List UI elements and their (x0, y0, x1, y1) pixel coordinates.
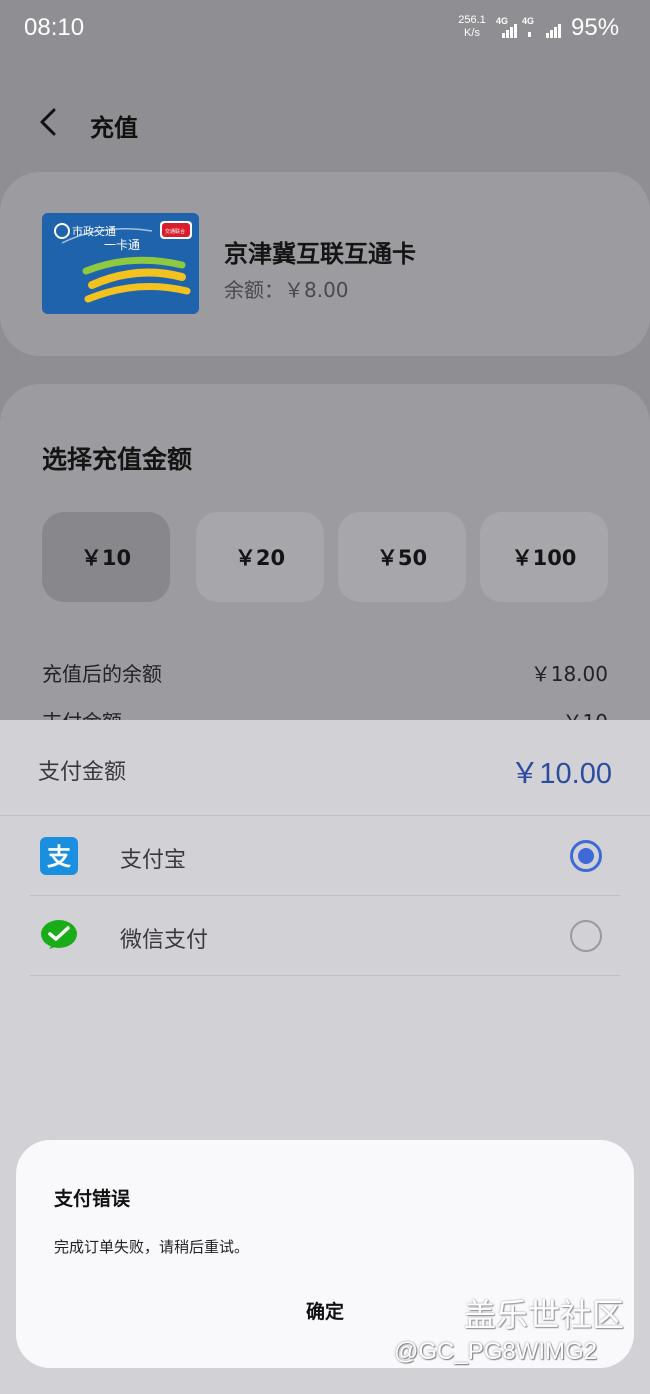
transit-card-panel: 市政交通 一卡通 交通联合 京津冀互联互通卡 余额：￥8.00 (0, 172, 650, 356)
svg-text:支: 支 (47, 843, 72, 871)
back-arrow-icon[interactable] (36, 106, 64, 138)
section-title: 选择充值金额 (42, 445, 193, 474)
payment-amount-label: 支付金额 (38, 760, 127, 785)
signal-1-icon: 4G (496, 16, 520, 38)
wechat-pay-icon (41, 920, 77, 949)
svg-text:交通联合: 交通联合 (165, 228, 185, 235)
watermark-user: @GC_PG8WIMG2 (394, 1338, 598, 1365)
page-title: 充值 (90, 114, 138, 142)
svg-text:一卡通: 一卡通 (104, 238, 140, 252)
wechat-pay-radio[interactable] (570, 920, 602, 952)
network-speed: 256.1 K/s (458, 14, 486, 39)
payment-amount-value: ￥10.00 (510, 758, 612, 790)
card-name: 京津冀互联互通卡 (224, 240, 416, 268)
wechat-pay-label: 微信支付 (120, 928, 209, 953)
payment-method-wechat[interactable]: 微信支付 (30, 896, 620, 976)
transit-card-image: 市政交通 一卡通 交通联合 (42, 213, 199, 314)
payment-method-alipay[interactable]: 支 支付宝 (30, 816, 620, 896)
after-balance-label: 充值后的余额 (42, 662, 162, 686)
amount-option-10[interactable]: ￥10 (42, 512, 170, 602)
signal-3-icon (544, 18, 568, 38)
alipay-radio[interactable] (570, 840, 602, 872)
after-balance-value: ￥18.00 (530, 662, 608, 686)
card-artwork-icon: 市政交通 一卡通 交通联合 (42, 213, 199, 314)
battery-level: 95% (571, 14, 620, 41)
alipay-label: 支付宝 (120, 848, 187, 873)
alipay-icon: 支 (40, 837, 78, 875)
card-balance: 余额：￥8.00 (224, 278, 349, 302)
watermark-brand: 盖乐世社区 (464, 1296, 625, 1334)
amount-option-50[interactable]: ￥50 (338, 512, 466, 602)
amount-option-20[interactable]: ￥20 (196, 512, 324, 602)
amount-option-100[interactable]: ￥100 (480, 512, 608, 602)
signal-2-icon: 4G (522, 16, 546, 38)
confirm-button[interactable]: 确定 (275, 1290, 375, 1330)
page-header: 充值 (0, 92, 650, 152)
dialog-title: 支付错误 (54, 1188, 131, 1210)
svg-text:市政交通: 市政交通 (72, 224, 116, 238)
status-bar: 08:10 256.1 K/s 4G 4G 95% (0, 0, 650, 58)
payment-amount-row: 支付金额 ￥10.00 (0, 720, 650, 816)
status-time: 08:10 (24, 14, 85, 41)
dialog-message: 完成订单失败，请稍后重试。 (54, 1238, 250, 1256)
